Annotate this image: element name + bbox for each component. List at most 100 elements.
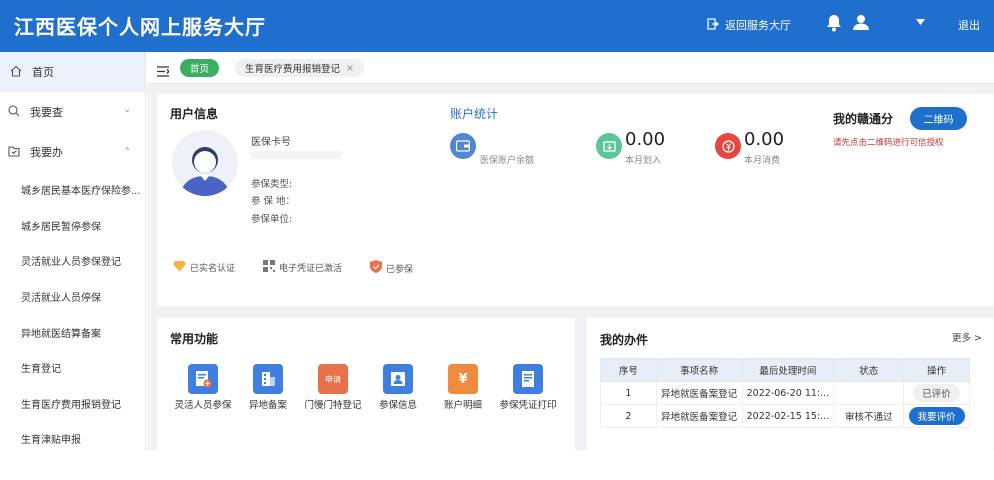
sidebar-item-flexible-register[interactable]: 灵活就业人员参保登记 — [0, 243, 145, 279]
user-icon[interactable] — [853, 14, 869, 30]
func-account-detail[interactable]: ¥ 账户明细 — [433, 364, 493, 411]
monthly-in-value: 0.00 — [625, 129, 666, 150]
func-label: 门慢门特登记 — [304, 400, 362, 411]
func-chronic-register[interactable]: 申请 门慢门特登记 — [303, 364, 363, 411]
sidebar-item-remote-settlement[interactable]: 异地就医结算备案 — [0, 314, 145, 350]
sidebar-item-home[interactable]: 首页 — [0, 52, 145, 92]
func-flexible-insure[interactable]: 灵活人员参保 — [173, 364, 233, 411]
folder-check-icon — [8, 145, 20, 160]
col-header: 序号 — [600, 358, 657, 382]
shield-icon — [370, 260, 382, 276]
sidebar-group-query[interactable]: 我要查 ⌄ — [0, 92, 145, 132]
building-icon — [253, 364, 283, 394]
exit-door-icon — [707, 17, 719, 33]
auth-notice: 请先点击二维码进行可信授权 — [833, 138, 944, 148]
more-link[interactable]: 更多 > — [952, 330, 982, 344]
consume-icon — [715, 133, 741, 159]
tasks-table: 序号 事项名称 最后处理时间 状态 操作 1 异地就医备案登记 2022-06-… — [600, 358, 970, 428]
badge-label: 已实名认证 — [190, 264, 236, 274]
diamond-icon — [173, 260, 186, 275]
app-title: 江西医保个人网上服务大厅 — [14, 15, 266, 39]
monthly-in-label: 本月划入 — [625, 156, 662, 166]
badge-label: 已参保 — [386, 264, 414, 275]
cell-status — [833, 381, 905, 405]
badge-insured: 已参保 — [370, 260, 413, 276]
caret-down-icon[interactable] — [916, 19, 925, 25]
table-header-row: 序号 事项名称 最后处理时间 状态 操作 — [600, 358, 970, 382]
monthly-out-value: 0.00 — [744, 129, 785, 150]
account-title: 账户统计 — [450, 107, 499, 121]
sidebar-item-birth-reimbursement[interactable]: 生育医疗费用报销登记 — [0, 386, 145, 422]
masked-card-number — [251, 151, 341, 159]
cell-action: 我要评价 — [903, 404, 970, 428]
sidebar-item-resident-insurance[interactable]: 城乡居民基本医疗保险参... — [0, 172, 145, 208]
chevron-down-icon: ⌄ — [123, 105, 131, 115]
menu-toggle-icon[interactable] — [157, 62, 170, 81]
logout-button[interactable]: 退出 — [958, 17, 980, 33]
wallet-icon — [450, 133, 476, 159]
card-number-label: 医保卡号 — [251, 137, 291, 148]
func-label: 参保凭证打印 — [499, 400, 557, 411]
application-icon: 申请 — [318, 364, 348, 394]
insure-form-icon — [188, 364, 218, 394]
sidebar-group-label: 我要查 — [30, 106, 63, 119]
search-icon — [8, 104, 20, 120]
sidebar-item-resident-suspend[interactable]: 城乡居民暂停参保 — [0, 208, 145, 244]
sidebar: 首页 我要查 ⌄ 我要办 ⌃ 城乡居民基本医疗保险参... 城乡居民暂停参保 灵… — [0, 52, 146, 450]
func-insured-info[interactable]: 参保信息 — [368, 364, 428, 411]
sidebar-group-handle[interactable]: 我要办 ⌃ — [0, 132, 145, 172]
sidebar-item-birth-register[interactable]: 生育登记 — [0, 350, 145, 386]
func-label: 账户明细 — [443, 400, 482, 411]
tab-current[interactable]: 生育医疗费用报销登记 × — [235, 59, 364, 77]
sidebar-item-flexible-stop[interactable]: 灵活就业人员停保 — [0, 279, 145, 315]
gantong-title: 我的赣通分 — [833, 112, 894, 126]
cell-time: 2022-06-20 11:... — [741, 381, 835, 405]
sidebar-item-birth-allowance[interactable]: 生育津贴申报 — [0, 421, 145, 457]
user-info-title: 用户信息 — [170, 107, 219, 121]
insured-unit-label: 参保单位: — [251, 214, 293, 225]
rate-button[interactable]: 我要评价 — [908, 407, 965, 425]
transfer-in-icon — [596, 133, 622, 159]
rated-button[interactable]: 已评价 — [913, 384, 960, 402]
table-row: 1 异地就医备案登记 2022-06-20 11:... 已评价 — [600, 381, 970, 405]
sidebar-item-label: 首页 — [32, 66, 54, 79]
bell-icon[interactable] — [826, 14, 842, 32]
document-print-icon — [513, 364, 543, 394]
func-label: 参保信息 — [378, 400, 417, 411]
cell-name: 异地就医备案登记 — [655, 404, 743, 428]
balance-label: 医保账户余额 — [480, 156, 535, 166]
col-header: 事项名称 — [655, 358, 743, 382]
cell-no: 2 — [600, 404, 657, 428]
tab-home[interactable]: 首页 — [180, 59, 220, 77]
badge-label: 电子凭证已激活 — [279, 264, 343, 274]
qr-code-button[interactable]: 二维码 — [910, 107, 967, 130]
top-header: 江西医保个人网上服务大厅 返回服务大厅 退出 — [0, 0, 994, 52]
func-remote-filing[interactable]: 异地备案 — [238, 364, 298, 411]
person-card-icon — [383, 364, 413, 394]
col-header: 最后处理时间 — [741, 358, 835, 382]
cell-no: 1 — [600, 381, 657, 405]
insured-type-label: 参保类型: — [251, 179, 293, 190]
badge-e-voucher: 电子凭证已激活 — [263, 260, 342, 275]
yen-receipt-icon: ¥ — [448, 364, 478, 394]
my-tasks-title: 我的办件 — [600, 333, 649, 347]
table-row: 2 异地就医备案登记 2022-02-15 15:... 审核不通过 我要评价 — [600, 404, 970, 428]
qr-code-icon — [263, 260, 275, 275]
sidebar-group-label: 我要办 — [30, 146, 63, 159]
cell-time: 2022-02-15 15:... — [741, 404, 835, 428]
close-icon[interactable]: × — [346, 63, 354, 74]
tabs-bar: 首页 生育医疗费用报销登记 × — [147, 52, 994, 84]
tab-label: 生育医疗费用报销登记 — [245, 64, 341, 75]
col-header: 状态 — [833, 358, 905, 382]
chevron-up-icon: ⌃ — [123, 147, 131, 157]
func-label: 灵活人员参保 — [174, 400, 232, 411]
badge-real-name: 已实名认证 — [173, 260, 235, 275]
col-header: 操作 — [903, 358, 970, 382]
back-to-hall-button[interactable]: 返回服务大厅 — [707, 17, 791, 33]
func-label: 异地备案 — [248, 400, 287, 411]
cell-status: 审核不通过 — [833, 404, 905, 428]
cell-name: 异地就医备案登记 — [655, 381, 743, 405]
func-voucher-print[interactable]: 参保凭证打印 — [498, 364, 558, 411]
home-icon — [10, 65, 22, 80]
cell-action: 已评价 — [903, 381, 970, 405]
